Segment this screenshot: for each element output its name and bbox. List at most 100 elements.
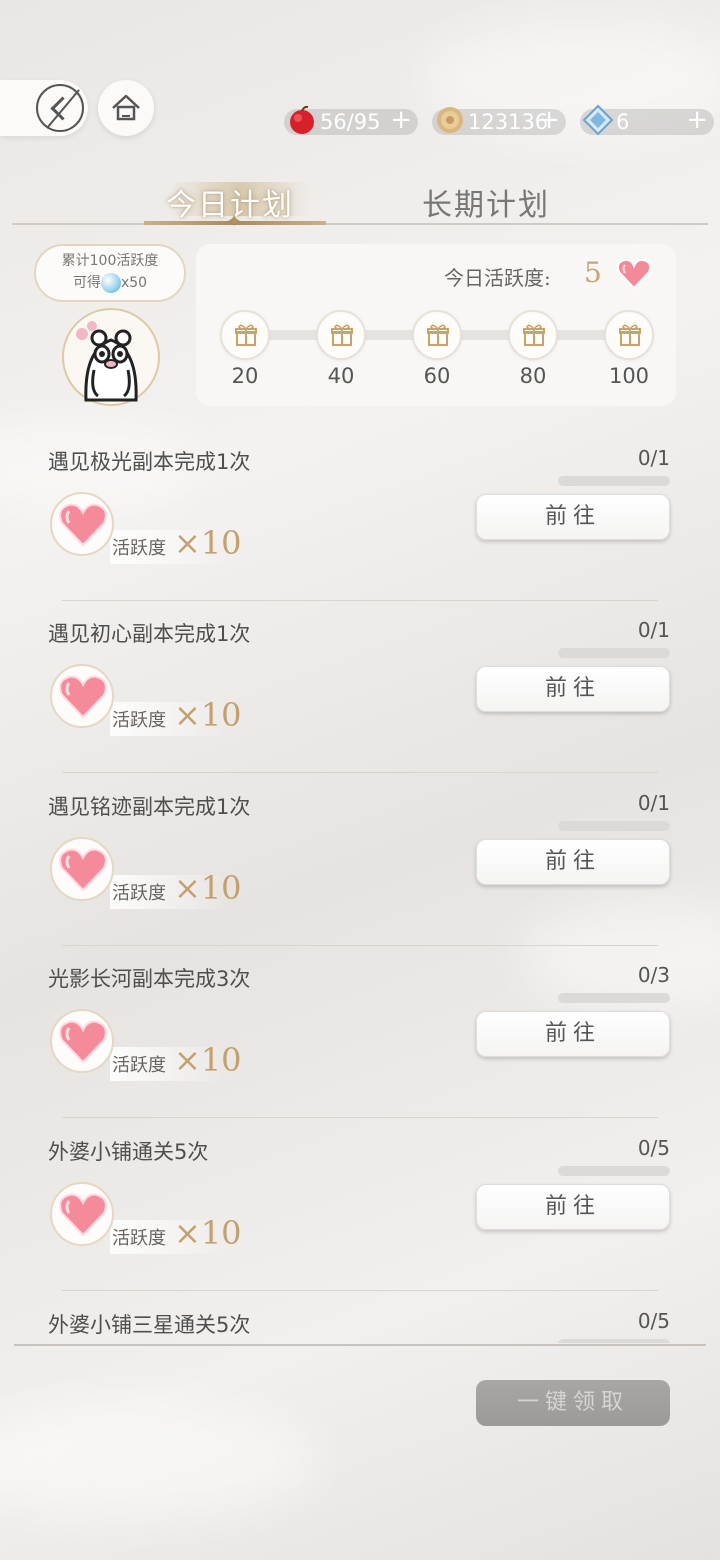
gift-icon (619, 324, 641, 346)
go-button[interactable]: 前往 (476, 839, 670, 885)
mascot-avatar[interactable] (62, 308, 160, 406)
milestone-label-40: 40 (327, 364, 355, 388)
task-title: 遇见铭迹副本完成1次 (48, 795, 251, 819)
reward-label: 活跃度 (112, 1228, 166, 1249)
go-button[interactable]: 前往 (476, 1184, 670, 1230)
go-button[interactable]: 前往 (476, 494, 670, 540)
coin-value: 123136 (468, 110, 549, 134)
gold-coin-icon (437, 107, 463, 133)
coin-counter: 123136 + (432, 107, 566, 135)
diamond-counter: 6 + (580, 104, 714, 136)
diamond-value: 6 (616, 110, 630, 134)
task-progress-bar (558, 476, 670, 486)
task-divider (62, 1290, 658, 1291)
task-progress-text: 0/1 (637, 446, 670, 470)
task-progress-bar (558, 1166, 670, 1176)
activity-panel: 今日活跃度: 5 20 40 60 80 100 (196, 244, 676, 406)
reward-label: 活跃度 (112, 710, 166, 731)
task-divider (62, 772, 658, 773)
task-item: 遇见初心副本完成1次 0/1 活跃度 ×10 前往 (0, 618, 720, 790)
milestone-label-100: 100 (608, 364, 650, 388)
go-button[interactable]: 前往 (476, 1011, 670, 1057)
back-button[interactable] (0, 80, 88, 136)
home-button[interactable] (98, 80, 154, 136)
task-progress-text: 0/5 (637, 1136, 670, 1160)
task-title: 外婆小铺三星通关5次 (48, 1313, 251, 1337)
task-item: 外婆小铺通关5次 0/5 活跃度 ×10 前往 (0, 1136, 720, 1308)
milestone-label-80: 80 (519, 364, 547, 388)
apple-stamina-icon (290, 105, 314, 134)
bonus-prefix: 可得 (72, 275, 101, 291)
task-progress-text: 0/1 (637, 618, 670, 642)
task-progress-bar (558, 821, 670, 831)
back-arrow-icon (36, 84, 84, 132)
task-item: 光影长河副本完成3次 0/3 活跃度 ×10 前往 (0, 963, 720, 1135)
bonus-bubble: 累计100活跃度 可得 x50 (34, 244, 186, 302)
activity-heart-icon (616, 258, 652, 290)
bonus-line1: 累计100活跃度 (61, 253, 159, 269)
reward-multiplier: ×10 (174, 1041, 242, 1079)
reward-heart-badge (50, 664, 114, 728)
reward-label: 活跃度 (112, 538, 166, 559)
heart-icon (59, 675, 107, 719)
heart-icon (59, 848, 107, 892)
heart-icon (59, 503, 107, 547)
task-title: 遇见极光副本完成1次 (48, 450, 251, 474)
milestone-gift-80[interactable] (508, 310, 558, 360)
task-progress-text: 0/5 (637, 1309, 670, 1333)
task-item: 遇见铭迹副本完成1次 0/1 活跃度 ×10 前往 (0, 791, 720, 963)
reward-heart-badge (50, 1009, 114, 1073)
activity-value: 5 (584, 256, 602, 289)
blue-diamond-icon (582, 104, 614, 136)
reward-heart-badge (50, 837, 114, 901)
task-item: 外婆小铺三星通关5次 0/5 (0, 1309, 720, 1343)
add-stamina-button[interactable]: + (390, 107, 412, 133)
milestone-gift-100[interactable] (604, 310, 654, 360)
milestone-gift-60[interactable] (412, 310, 462, 360)
task-divider (62, 945, 658, 946)
gift-icon (427, 324, 449, 346)
tab-divider (12, 223, 708, 225)
reward-multiplier: ×10 (174, 524, 242, 562)
gift-icon (331, 324, 353, 346)
heart-icon (59, 1193, 107, 1237)
milestone-gift-40[interactable] (316, 310, 366, 360)
heart-icon (59, 1020, 107, 1064)
task-item: 遇见极光副本完成1次 0/1 活跃度 ×10 前往 (0, 446, 720, 618)
task-divider (62, 600, 658, 601)
list-bottom-divider (14, 1344, 706, 1346)
reward-multiplier: ×10 (174, 869, 242, 907)
milestone-gift-20[interactable] (220, 310, 270, 360)
task-progress-bar (558, 993, 670, 1003)
reward-multiplier: ×10 (174, 696, 242, 734)
task-divider (62, 1117, 658, 1118)
stamina-value: 56/95 (320, 110, 381, 134)
bear-mascot-icon (76, 321, 138, 402)
milestone-label-20: 20 (231, 364, 259, 388)
task-progress-text: 0/3 (637, 963, 670, 987)
task-progress-text: 0/1 (637, 791, 670, 815)
task-title: 光影长河副本完成3次 (48, 967, 251, 991)
sparkle-icon: ✦ (226, 211, 242, 232)
milestone-label-60: 60 (423, 364, 451, 388)
task-title: 外婆小铺通关5次 (48, 1140, 209, 1164)
add-coin-button[interactable]: + (538, 107, 560, 133)
crystal-orb-icon (100, 273, 121, 293)
task-title: 遇见初心副本完成1次 (48, 622, 251, 646)
claim-all-button[interactable]: 一键领取 (476, 1380, 670, 1426)
go-button[interactable]: 前往 (476, 666, 670, 712)
reward-label: 活跃度 (112, 1055, 166, 1076)
reward-label: 活跃度 (112, 883, 166, 904)
activity-label: 今日活跃度: (444, 266, 551, 290)
home-icon (112, 94, 140, 121)
gift-icon (235, 324, 257, 346)
tab-long-term-plan[interactable]: 长期计划 (422, 180, 550, 224)
bonus-amount: x50 (120, 275, 148, 291)
task-progress-bar (558, 648, 670, 658)
task-progress-bar (558, 1339, 670, 1343)
gift-icon (523, 324, 545, 346)
add-diamond-button[interactable]: + (686, 107, 708, 133)
reward-heart-badge (50, 492, 114, 556)
reward-multiplier: ×10 (174, 1214, 242, 1252)
reward-heart-badge (50, 1182, 114, 1246)
